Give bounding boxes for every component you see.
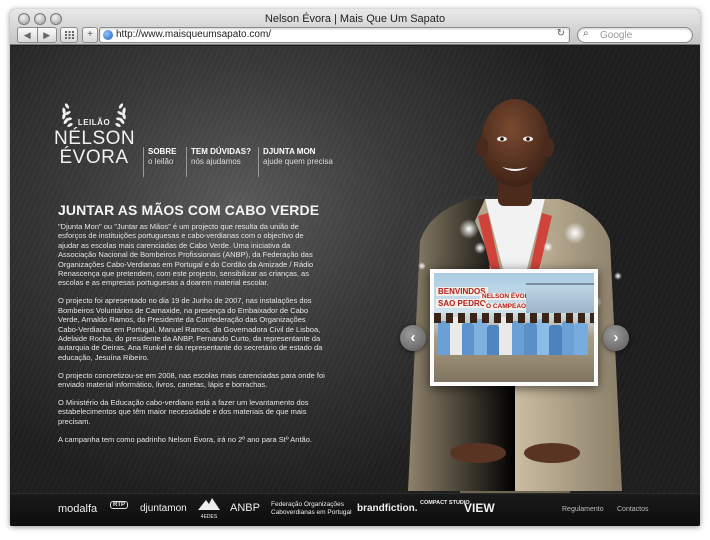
browser-titlebar: Nelson Évora | Mais Que Um Sapato ◀ ▶ + … [10,9,700,45]
sparkle [564,222,586,244]
logo-leilao: LEILÃO [77,118,111,127]
sponsor-label: Caboverdianas em Portugal [271,509,352,516]
photo-ground [434,355,594,382]
sponsor-logo-brandfiction[interactable]: brandfiction. [357,503,418,514]
photo-building [526,283,594,313]
footer-link-contactos[interactable]: Contactos [617,506,649,513]
url-text: http://www.maisqueumsapato.com/ [116,29,272,40]
sparkle [418,262,426,270]
sponsor-logo-4edes[interactable]: 4EDES [196,497,222,520]
school-children-photo: BENVINDOS SAO PEDRO NELSON ÉVORA O CAMPE… [434,273,594,382]
logo-name-last: ÉVORA [59,147,129,168]
article-paragraph: A campanha tem como padrinho Nelson Évor… [58,434,312,444]
forward-button[interactable]: ▶ [36,28,57,42]
article-paragraph: O projecto concretizou-se em 2008, nas e… [58,370,325,390]
history-buttons: ◀ ▶ [17,27,57,43]
sponsor-logo-anbp[interactable]: ANBP [230,502,260,514]
article-paragraph: O Ministério da Educação cabo-verdiano e… [58,398,309,426]
globe-icon [103,30,113,40]
search-icon: ⌕ [583,28,589,39]
sponsor-label: 4EDES [200,514,218,520]
nav-title: DJUNTA MON [263,147,316,156]
bookmarks-grid-button[interactable] [60,27,78,43]
article-paragraph: "Djunta Mon" ou "Juntar as Mãos" é um pr… [58,222,314,288]
mountain-icon [198,498,220,510]
add-bookmark-button[interactable]: + [82,27,98,43]
page-heading: JUNTAR AS MÃOS COM CABO VERDE [58,202,320,218]
article-paragraph: O projecto foi apresentado no dia 19 de … [58,296,323,362]
nav-subtitle: ajude quem precisa [263,157,333,166]
nav-subtitle: nós ajudamos [191,157,241,166]
carousel-slide[interactable]: BENVINDOS SAO PEDRO NELSON ÉVORA O CAMPE… [430,269,598,386]
back-button[interactable]: ◀ [18,28,37,42]
sponsor-logo-view[interactable]: VIEW [464,501,495,515]
sponsor-logo-rtp[interactable]: RTP [110,501,128,509]
nav-title: SOBRE [148,147,177,156]
nav-title: TEM DÚVIDAS? [191,147,251,156]
window-title: Nelson Évora | Mais Que Um Sapato [264,13,446,25]
page-viewport: LEILÃO NÉLSON ÉVORA SOBRE o leilão TEM D… [10,46,700,526]
sponsor-logo-compact-studio[interactable]: COMPACT STUDIO [420,500,470,506]
search-placeholder: Google [600,30,633,41]
nav-item-sobre[interactable]: SOBRE o leilão [143,147,176,177]
nav-item-duvidas[interactable]: TEM DÚVIDAS? nós ajudamos [186,147,251,177]
sponsor-label: Federação Organizações [271,501,344,508]
nav-item-djunta-mon[interactable]: DJUNTA MON ajude quem precisa [258,147,333,177]
browser-window: Nelson Évora | Mais Que Um Sapato ◀ ▶ + … [10,9,700,526]
sparkle [459,219,479,239]
sponsor-logo-djuntamon[interactable]: djuntamon [140,503,187,514]
photo-banner: SAO PEDRO [436,299,489,308]
photo-heads [434,313,594,323]
sponsor-logo-federacao[interactable]: Federação Organizações Caboverdianas em … [271,501,352,517]
sponsor-logo-modalfa[interactable]: modalfa [58,503,97,515]
search-field[interactable]: ⌕ Google [577,27,693,43]
grid-icon [64,31,74,39]
address-bar[interactable]: http://www.maisqueumsapato.com/ ↻ [99,27,570,43]
sparkle [474,242,486,254]
sparkle [614,272,622,280]
carousel-next-button[interactable]: › [603,325,629,351]
article-body: "Djunta Mon" ou "Juntar as Mãos" é um pr… [58,222,326,453]
nav-subtitle: o leilão [148,157,174,166]
reload-icon[interactable]: ↻ [557,28,565,39]
photo-banner: O CAMPEAO [484,303,529,310]
carousel-prev-button[interactable]: ‹ [400,325,426,351]
sparkle [543,242,553,252]
footer-link-regulamento[interactable]: Regulamento [562,506,604,513]
sponsors-footer: modalfa RTP djuntamon 4EDES ANBP Federaç… [10,493,700,526]
